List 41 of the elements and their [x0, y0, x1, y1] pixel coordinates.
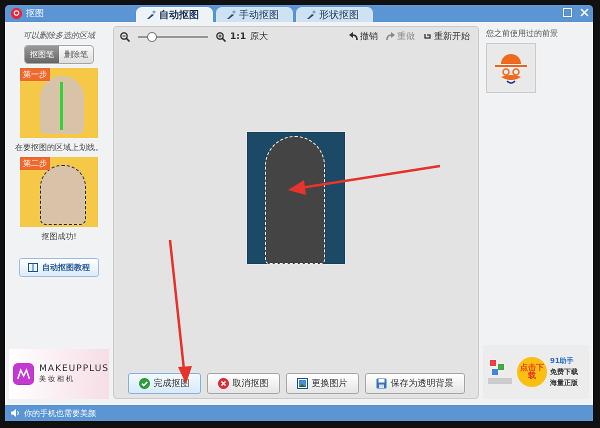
status-text: 你的手机也需要美颜 — [24, 408, 96, 418]
step-badge: 第一步 — [20, 68, 50, 81]
tab[interactable]: 形状抠图 — [296, 7, 373, 22]
window-title: 抠图 — [26, 8, 44, 20]
undo-button[interactable]: 撤销 — [347, 30, 380, 43]
close-icon[interactable] — [580, 8, 589, 17]
original-size-label[interactable]: 原大 — [250, 30, 268, 43]
redo-icon — [386, 32, 395, 41]
step-caption: 在要抠图的区域上划线。 — [15, 142, 103, 153]
drawn-stroke — [60, 82, 63, 130]
panel-title: 您之前使用过的前景 — [485, 28, 559, 39]
tab[interactable]: 自动抠图 — [136, 7, 213, 22]
undo-icon — [349, 32, 358, 41]
restart-button[interactable]: 重新开始 — [421, 30, 472, 43]
brush-icon — [146, 10, 156, 20]
book-icon — [28, 263, 38, 272]
action-button[interactable]: 保存为透明背景 — [364, 373, 464, 394]
brush-icon — [306, 10, 316, 20]
app-logo-icon — [13, 363, 34, 385]
cancel-icon — [218, 378, 228, 389]
speaker-icon — [11, 409, 20, 417]
mode-toggle[interactable]: 删除笔 — [59, 46, 93, 63]
hat-mustache-icon[interactable] — [486, 43, 536, 93]
ad-brand: MAKEUPPLUS — [39, 364, 109, 374]
zoom-in-icon[interactable] — [216, 32, 226, 42]
step-caption: 抠图成功! — [41, 231, 77, 242]
zoom-out-icon[interactable] — [120, 32, 130, 42]
slider-thumb[interactable] — [147, 32, 157, 42]
app-logo-icon — [11, 8, 22, 19]
tutorial-button[interactable]: 自动抠图教程 — [19, 258, 99, 277]
action-button[interactable]: 取消抠图 — [206, 373, 280, 394]
picture-icon — [296, 378, 308, 389]
mode-toggle[interactable]: 抠图笔 — [25, 46, 59, 63]
action-button[interactable]: 更换图片 — [286, 373, 358, 394]
check-icon — [138, 378, 150, 389]
hint-text: 可以删除多选的区域 — [23, 30, 95, 41]
step-badge: 第二步 — [20, 157, 50, 170]
ratio-label[interactable]: 1:1 — [230, 32, 246, 42]
brush-icon — [226, 10, 236, 20]
maximize-icon[interactable] — [563, 8, 572, 17]
tab[interactable]: 手动抠图 — [216, 7, 293, 22]
